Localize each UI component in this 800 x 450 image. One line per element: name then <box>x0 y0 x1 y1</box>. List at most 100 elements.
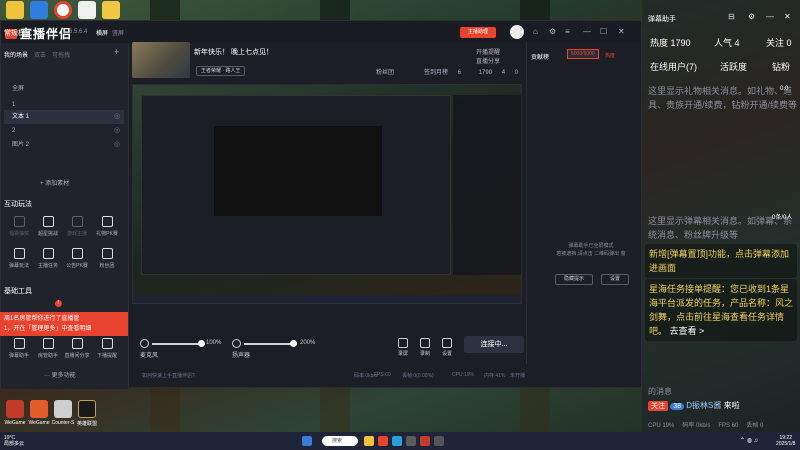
maximize-icon[interactable]: ☐ <box>600 27 607 36</box>
tool-host-task[interactable]: 主播任务 <box>33 248 63 269</box>
admin-icon <box>42 338 54 349</box>
view-link[interactable]: 去查看 > <box>670 326 705 336</box>
mic-volume-knob[interactable] <box>198 340 205 347</box>
desktop-icon-lol[interactable]: 英雄联盟 <box>74 400 100 427</box>
speaker-volume-knob[interactable] <box>290 340 297 347</box>
eye-icon[interactable]: ◎ <box>114 110 120 124</box>
system-message[interactable]: 新增[弹幕置顶]功能，点击弹幕添加进画面 <box>645 244 797 278</box>
tab-landscape[interactable]: 横屏 <box>96 31 108 37</box>
tool-room-share[interactable]: 直播间分享 <box>62 338 92 359</box>
tool-notice-pk[interactable]: 公告PK赛 <box>62 248 92 269</box>
tool-danmu-game[interactable]: 弹幕玩法 <box>4 248 34 269</box>
connect-button[interactable]: 连接中... <box>464 336 524 353</box>
settings-button[interactable]: 设置 <box>436 338 458 357</box>
speaker-volume-slider[interactable] <box>244 340 297 347</box>
category-badge[interactable]: 王者荣耀 · 路人王 <box>196 66 246 76</box>
minimize-icon[interactable]: — <box>583 27 591 36</box>
skin-icon[interactable]: ⌂ <box>533 27 538 36</box>
more-tools-button[interactable]: ··· 更多功能 <box>44 370 76 379</box>
tab-portrait[interactable]: 竖屏 <box>112 31 124 37</box>
scene-item[interactable]: 图片 2 ◎ <box>4 138 124 152</box>
stream-title[interactable]: 新年快乐！ 晚上七点见！ <box>194 47 273 57</box>
mic-icon[interactable] <box>140 339 149 348</box>
tool-offline-reminder[interactable]: 下播提醒 <box>92 338 122 359</box>
sign-status[interactable]: 签到月榜 6 <box>424 70 469 76</box>
user-name[interactable]: D振林S酱 <box>686 401 721 410</box>
taskbar-clock[interactable]: 19:22 2025/1/8 <box>776 435 795 447</box>
tool-danmu-assistant[interactable]: 弹幕助手 <box>4 338 34 359</box>
file-explorer-icon[interactable] <box>364 436 374 446</box>
tool-gift-pk[interactable]: 礼物PK赛 <box>92 216 122 237</box>
follow-tag[interactable]: 关注 <box>648 401 668 411</box>
settings-icon[interactable]: ⚙ <box>748 12 755 21</box>
host-assistant-button[interactable]: 主播助理 <box>460 27 496 38</box>
system-tray[interactable]: ⌃ ◍ ♫ <box>740 437 758 444</box>
mic-label: 麦克风 <box>140 353 159 359</box>
heat-label[interactable]: 热度 <box>605 52 615 59</box>
eye-icon[interactable]: ◎ <box>114 138 120 152</box>
scene-subtab-double-click[interactable]: 双击 <box>34 50 46 59</box>
edge-icon[interactable] <box>392 436 402 446</box>
system-message[interactable]: 星海任务接单提醒：您已收到1条星海平台派发的任务，产品名称：风之剑舞，点击前往星… <box>645 279 797 341</box>
notification-badge: ! <box>55 300 62 307</box>
close-icon[interactable]: ✕ <box>784 12 791 21</box>
add-source-button[interactable]: + 添加素材 <box>40 178 69 187</box>
scene-header: 我的场景 <box>4 53 29 59</box>
live-companion-icon[interactable] <box>420 436 430 446</box>
speaker-icon[interactable] <box>232 339 241 348</box>
danmu-system-stats: CPU 19% 码率 0kb/s FPS 60 丢帧 0 <box>648 423 764 429</box>
add-scene-icon[interactable]: + <box>114 47 119 57</box>
scene-item[interactable]: 文本 1 ◎ <box>4 110 124 124</box>
tool-fans[interactable]: 粉丝团 <box>92 248 122 269</box>
chrome-icon[interactable] <box>378 436 388 446</box>
scene-item[interactable]: 全屏 <box>4 82 124 96</box>
steam-icon[interactable] <box>406 436 416 446</box>
app-icon[interactable] <box>434 436 444 446</box>
mode-selector[interactable]: 常规模式 ▾ <box>4 28 37 38</box>
desktop-shortcut[interactable] <box>74 1 100 21</box>
tool-super-challenge[interactable]: 超星挑战 <box>33 216 63 237</box>
avatar[interactable] <box>510 25 524 39</box>
desktop-shortcut[interactable] <box>26 1 52 21</box>
contribution-settings-button[interactable]: 设置 <box>601 274 630 285</box>
tool-game-host[interactable]: 游戏主播 <box>62 216 92 237</box>
tool-admin-assistant[interactable]: 房管助手 <box>33 338 63 359</box>
tab-diamond-fans[interactable]: 钻粉 <box>772 60 790 73</box>
live-share-label[interactable]: 直播分享 <box>476 56 500 65</box>
desktop-icon-wegame-2[interactable]: WeGame <box>26 400 52 426</box>
start-icon[interactable] <box>302 436 312 446</box>
chat-icon <box>13 248 25 259</box>
settings-icon[interactable]: ⚙ <box>549 27 556 36</box>
desktop-shortcut[interactable] <box>98 1 124 21</box>
help-link[interactable]: 如何快速上手直播伴侣? <box>142 372 195 379</box>
mic-volume-slider[interactable] <box>152 340 205 347</box>
tab-activity[interactable]: 活跃度 <box>720 60 747 73</box>
scene-item[interactable]: 2 ◎ <box>4 124 124 138</box>
gift-notice: 这里显示礼物相关消息。如礼物、道具、贵族开通/续费，钻粉开通/续费等 <box>648 86 798 110</box>
minimize-icon[interactable]: — <box>766 12 774 21</box>
close-icon[interactable]: ✕ <box>618 27 625 36</box>
desktop-shortcut[interactable] <box>50 1 76 21</box>
desktop-shortcut[interactable] <box>2 1 28 21</box>
menu-icon[interactable]: ≡ <box>565 27 570 36</box>
record-screen-button[interactable]: 录屏 <box>392 338 414 357</box>
tool-lucky-bag[interactable]: 福袋抽奖 <box>4 216 34 237</box>
tab-online-users[interactable]: 在线用户(7) <box>650 60 697 73</box>
contribution-empty-message: 弹幕助手已全屏模式 若被遮挡,请点击 二维码弹出 窗 <box>556 243 626 257</box>
taskbar-search[interactable]: 搜索 <box>322 436 358 446</box>
desktop-icon-wegame[interactable]: WeGame <box>2 400 28 426</box>
live-reminder-label[interactable]: 开播提醒 <box>476 47 500 56</box>
desktop-icon-cs[interactable]: Counter-S <box>50 400 76 426</box>
record-button[interactable]: 录制 <box>414 338 436 357</box>
admin-tooltip[interactable]: 周1名房管帮你进行了直播管 1，开在「管理更多」中查看明细 <box>0 312 128 336</box>
hide-tip-button[interactable]: 隐藏提示 <box>555 274 594 285</box>
fans-club-label[interactable]: 粉丝团 <box>376 67 394 76</box>
weather-widget[interactable]: 19°C 局部多云 <box>4 435 24 447</box>
stream-preview[interactable] <box>132 84 522 304</box>
scene-subtab-draggable[interactable]: 可拖拽 <box>52 50 70 59</box>
scene-item-label: 全屏 <box>12 86 25 92</box>
gift-icon <box>13 216 25 227</box>
stream-cover-image[interactable] <box>132 42 190 78</box>
eye-icon[interactable]: ◎ <box>114 124 120 138</box>
pin-icon[interactable]: ⊟ <box>728 12 735 21</box>
